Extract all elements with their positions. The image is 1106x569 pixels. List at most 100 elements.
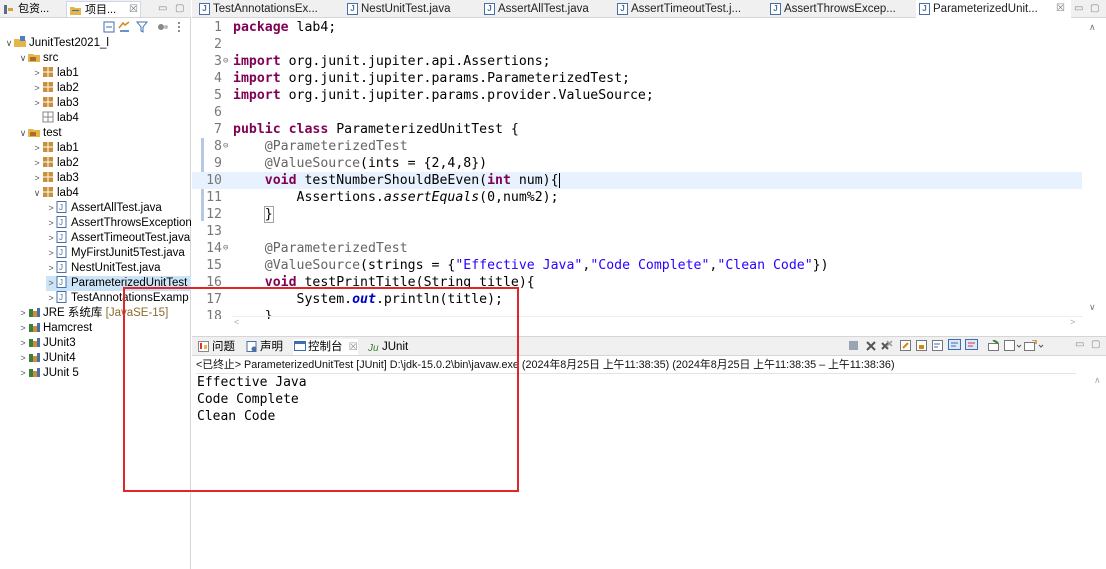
tree-item-src[interactable]: ∨ src bbox=[18, 51, 59, 66]
fold-icon[interactable]: ⊖ bbox=[223, 53, 228, 70]
tab-package-explorer[interactable]: 包资... bbox=[0, 1, 60, 17]
scroll-down-icon[interactable]: ∨ bbox=[1089, 302, 1096, 313]
maximize-icon[interactable]: ▢ bbox=[1090, 3, 1099, 14]
remove-launch-icon[interactable] bbox=[865, 340, 877, 355]
clear-console-icon[interactable] bbox=[900, 340, 912, 355]
focus-icon[interactable] bbox=[157, 21, 169, 33]
tree-item-test-lab2[interactable]: > lab2 bbox=[32, 156, 79, 171]
chevron-right-icon[interactable]: > bbox=[18, 336, 28, 351]
minimize-icon[interactable]: ▭ bbox=[1075, 339, 1084, 350]
chevron-right-icon[interactable]: > bbox=[32, 66, 42, 81]
chevron-right-icon[interactable]: > bbox=[18, 366, 28, 381]
editor-tab[interactable]: J TestAnnotationsEx... bbox=[196, 0, 336, 18]
chevron-right-icon[interactable]: > bbox=[46, 231, 56, 246]
tree-item-java-file[interactable]: > J AssertThrowsException bbox=[46, 216, 192, 231]
tree-item-src-lab2[interactable]: > lab2 bbox=[32, 81, 79, 96]
code-keyword: int bbox=[487, 173, 511, 188]
chevron-right-icon[interactable]: > bbox=[46, 201, 56, 216]
chevron-right-icon[interactable]: > bbox=[18, 351, 28, 366]
chevron-right-icon[interactable]: > bbox=[32, 96, 42, 111]
open-console-icon[interactable] bbox=[1024, 339, 1044, 355]
chevron-right-icon[interactable]: > bbox=[46, 216, 56, 231]
fold-icon[interactable]: ⊖ bbox=[223, 138, 228, 155]
scroll-right-icon[interactable]: > bbox=[1070, 317, 1075, 327]
word-wrap-icon[interactable] bbox=[932, 340, 944, 355]
chevron-right-icon[interactable]: > bbox=[46, 276, 56, 291]
close-icon[interactable]: ☒ bbox=[1056, 0, 1065, 18]
minimize-icon[interactable]: ▭ bbox=[1074, 3, 1083, 14]
tree-item-java-file[interactable]: > J NestUnitTest.java bbox=[46, 261, 160, 276]
fold-icon[interactable]: ⊖ bbox=[223, 240, 228, 257]
highlight-annotation-box bbox=[123, 287, 519, 492]
chevron-right-icon[interactable]: > bbox=[32, 141, 42, 156]
chevron-down-icon[interactable]: ∨ bbox=[4, 36, 14, 51]
tree-item-java-file[interactable]: > J MyFirstJunit5Test.java bbox=[46, 246, 185, 261]
pin-console-icon[interactable] bbox=[988, 339, 1000, 355]
tree-item-test-lab4[interactable]: ∨ lab4 bbox=[32, 186, 79, 201]
tree-item-java-file[interactable]: > J AssertAllTest.java bbox=[46, 201, 162, 216]
tree-item-src-lab3[interactable]: > lab3 bbox=[32, 96, 79, 111]
code-line: 7 public class ParameterizedUnitTest { bbox=[192, 121, 1082, 138]
editor-tab[interactable]: J AssertAllTest.java bbox=[481, 0, 599, 18]
editor-vertical-scrollbar[interactable]: ∧ ∨ bbox=[1083, 19, 1106, 319]
code-text: num){ bbox=[510, 173, 559, 188]
code-line: 5 import org.junit.jupiter.params.provide… bbox=[192, 87, 1082, 104]
chevron-right-icon[interactable]: > bbox=[32, 171, 42, 186]
editor-tab[interactable]: J NestUnitTest.java bbox=[344, 0, 464, 18]
tree-item-src-lab4[interactable]: lab4 bbox=[32, 111, 79, 126]
tree-item-test-lab1[interactable]: > lab1 bbox=[32, 141, 79, 156]
minimize-icon[interactable]: ▭ bbox=[158, 3, 167, 14]
collapse-all-icon[interactable] bbox=[103, 21, 115, 33]
chevron-right-icon[interactable]: > bbox=[32, 156, 42, 171]
chevron-down-icon[interactable]: ∨ bbox=[32, 186, 42, 201]
java-file-icon: J bbox=[56, 276, 69, 288]
java-file-icon: J bbox=[56, 291, 69, 303]
console-vertical-scrollbar[interactable]: ∧ bbox=[1090, 373, 1106, 569]
tab-project-explorer[interactable]: 项目... ☒ bbox=[66, 1, 141, 17]
tree-item-test[interactable]: ∨ test bbox=[18, 126, 62, 141]
library-icon bbox=[28, 306, 41, 318]
chevron-down-icon[interactable]: ∨ bbox=[18, 51, 28, 66]
code-text: Assertions. bbox=[296, 190, 384, 205]
link-with-editor-icon[interactable] bbox=[118, 21, 130, 33]
tree-item-library[interactable]: > JUnit 5 bbox=[18, 366, 78, 381]
show-on-error-icon[interactable] bbox=[965, 339, 979, 355]
display-selected-console-icon[interactable] bbox=[1004, 340, 1022, 355]
chevron-right-icon[interactable]: > bbox=[46, 261, 56, 276]
code-text: org.junit.jupiter.params.ParameterizedTe… bbox=[280, 71, 630, 86]
svg-text:J: J bbox=[59, 263, 63, 272]
tree-item-library[interactable]: > Hamcrest bbox=[18, 321, 92, 336]
close-icon[interactable]: ☒ bbox=[129, 2, 138, 18]
tree-item-test-lab3[interactable]: > lab3 bbox=[32, 171, 79, 186]
chevron-right-icon[interactable]: > bbox=[18, 306, 28, 321]
remove-all-terminated-icon[interactable] bbox=[881, 340, 893, 355]
chevron-right-icon[interactable]: > bbox=[46, 291, 56, 306]
view-menu-icon[interactable] bbox=[176, 21, 188, 33]
tree-item-library[interactable]: > JUnit3 bbox=[18, 336, 75, 351]
scroll-up-icon[interactable]: ∧ bbox=[1094, 375, 1101, 386]
scroll-up-icon[interactable]: ∧ bbox=[1089, 22, 1096, 33]
code-method: assertEquals bbox=[383, 190, 480, 205]
filter-icon[interactable] bbox=[135, 21, 149, 33]
tree-item-project[interactable]: ∨ JunitTest2021_l bbox=[4, 36, 109, 51]
editor-tab[interactable]: J AssertThrowsExcep... bbox=[767, 0, 907, 18]
editor-tab-active[interactable]: J ParameterizedUnit... ☒ bbox=[916, 0, 1071, 18]
chevron-down-icon[interactable]: ∨ bbox=[18, 126, 28, 141]
scroll-lock-icon[interactable] bbox=[916, 340, 928, 355]
terminate-icon[interactable] bbox=[848, 340, 859, 354]
code-string: "Clean Code" bbox=[717, 258, 813, 273]
chevron-right-icon[interactable]: > bbox=[32, 81, 42, 96]
tab-label: NestUnitTest.java bbox=[361, 3, 451, 15]
tree-item-java-file[interactable]: > J AssertTimeoutTest.java bbox=[46, 231, 190, 246]
chevron-right-icon[interactable]: > bbox=[18, 321, 28, 336]
java-file-icon: J bbox=[199, 3, 210, 15]
maximize-icon[interactable]: ▢ bbox=[175, 3, 184, 14]
tree-item-src-lab1[interactable]: > lab1 bbox=[32, 66, 79, 81]
maximize-icon[interactable]: ▢ bbox=[1091, 339, 1100, 350]
show-on-output-icon[interactable] bbox=[948, 339, 962, 355]
editor-tab[interactable]: J AssertTimeoutTest.j... bbox=[614, 0, 754, 18]
tree-item-library[interactable]: > JUnit4 bbox=[18, 351, 75, 366]
chevron-right-icon[interactable]: > bbox=[46, 246, 56, 261]
line-number: 8 bbox=[214, 139, 222, 154]
code-editor[interactable]: 1 package lab4; 2 3 ⊖ import org.junit.jupi… bbox=[192, 19, 1106, 319]
